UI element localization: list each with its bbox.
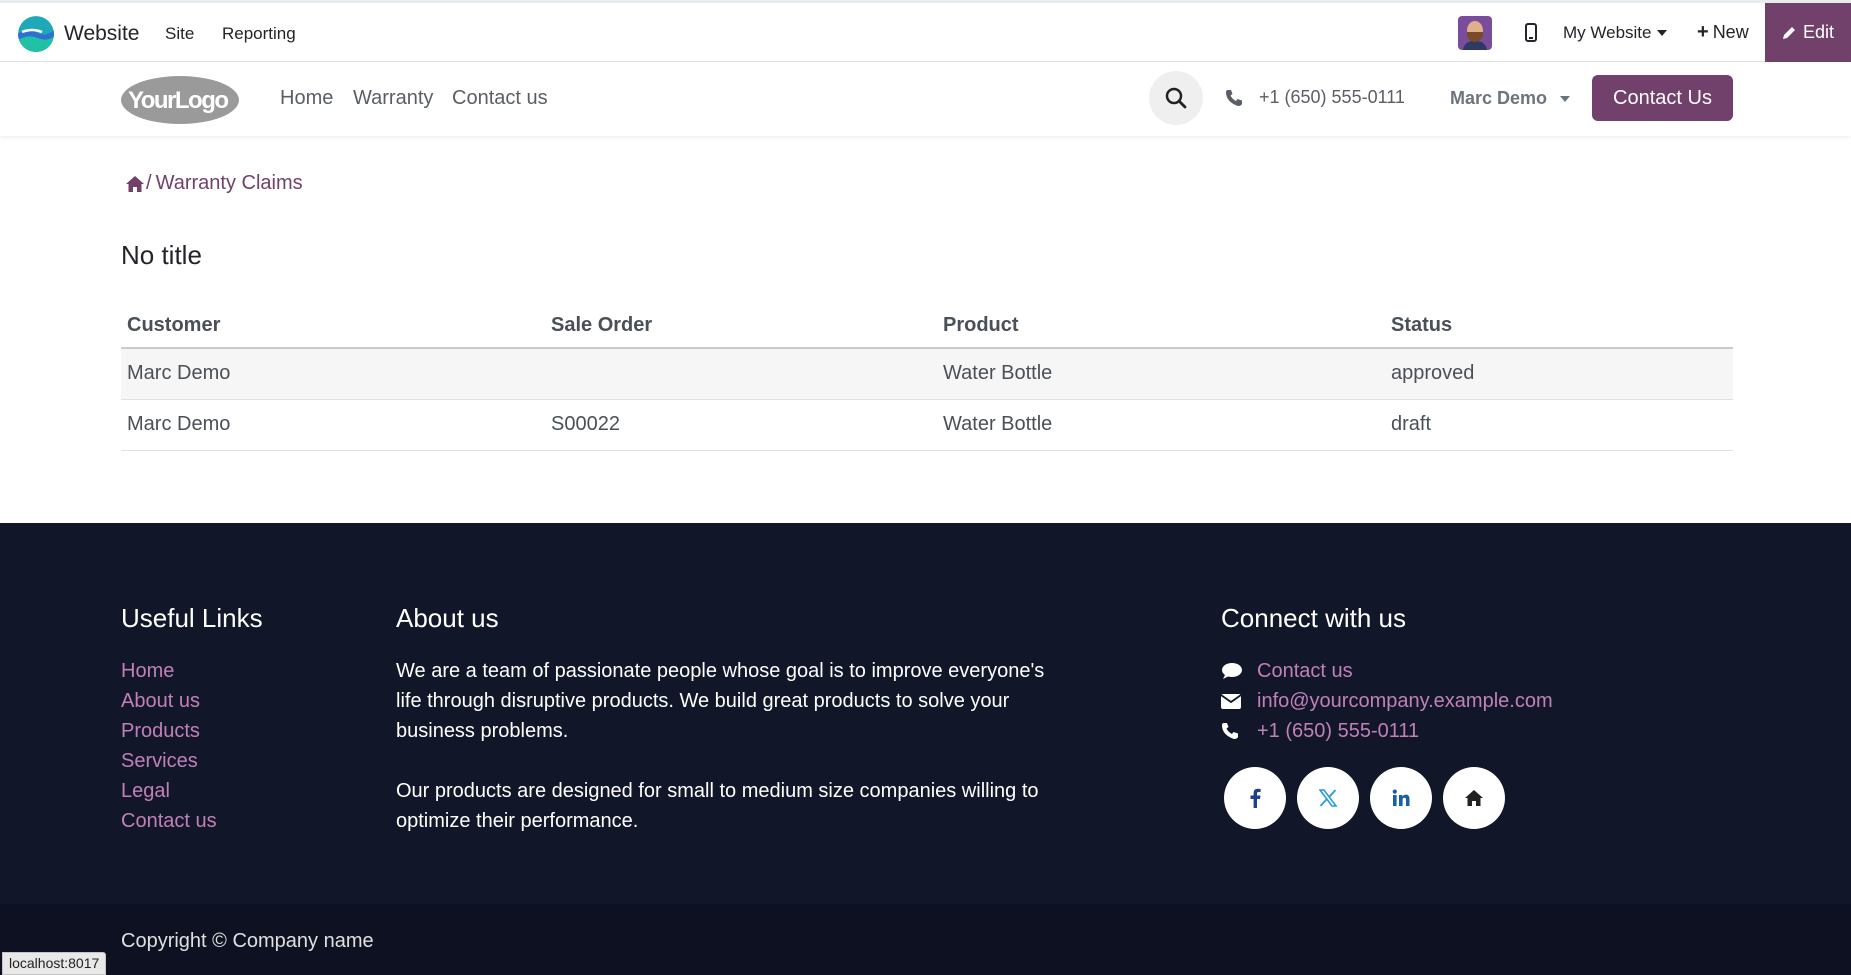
site-header: YourLogo Home Warranty Contact us +1 (65…: [0, 62, 1851, 136]
edit-label: Edit: [1802, 22, 1835, 42]
footer-link-products[interactable]: Products: [121, 716, 217, 746]
avatar: [1458, 15, 1492, 50]
connect-list: Contact us info@yourcompany.example.com …: [1221, 656, 1553, 746]
status-bar-url: localhost:8017: [2, 952, 107, 975]
envelope-icon: [1221, 693, 1241, 709]
about-us-text: We are a team of passionate people whose…: [396, 656, 1056, 836]
website-selector-label: My Website: [1563, 22, 1652, 42]
home-icon[interactable]: [125, 175, 145, 193]
column-header-product: Product: [937, 303, 1385, 349]
copyright-bar: Copyright © Company name: [0, 904, 1851, 975]
cell-sale-order: S00022: [545, 399, 937, 451]
menu-site[interactable]: Site: [165, 24, 194, 44]
header-phone[interactable]: +1 (650) 555-0111: [1225, 87, 1405, 108]
connect-contact-us-label: Contact us: [1257, 660, 1353, 682]
about-paragraph-1: We are a team of passionate people whose…: [396, 660, 1045, 742]
x-twitter-icon: [1319, 789, 1337, 807]
nav-home[interactable]: Home: [280, 87, 333, 110]
footer-link-about-us[interactable]: About us: [121, 686, 217, 716]
connect-title: Connect with us: [1221, 603, 1406, 633]
logo-text: YourLogo: [128, 87, 228, 114]
about-us-title: About us: [396, 603, 499, 633]
mobile-icon: [1525, 23, 1537, 42]
website-selector[interactable]: My Website: [1563, 3, 1667, 62]
connect-email-label: info@yourcompany.example.com: [1257, 690, 1553, 712]
table-row[interactable]: Marc Demo Water Bottle approved: [121, 348, 1733, 400]
cell-status: draft: [1385, 399, 1733, 451]
edit-button[interactable]: Edit: [1765, 3, 1851, 62]
search-icon: [1165, 87, 1187, 109]
breadcrumb-current[interactable]: Warranty Claims: [156, 172, 303, 195]
user-name: Marc Demo: [1450, 88, 1548, 108]
app-brand[interactable]: Website: [18, 15, 139, 53]
nav-contact-us[interactable]: Contact us: [452, 87, 548, 110]
caret-down-icon: [1656, 29, 1667, 36]
cell-customer: Marc Demo: [121, 348, 545, 400]
cell-customer: Marc Demo: [121, 399, 545, 451]
copyright-text: Copyright © Company name: [121, 930, 374, 952]
cell-status: approved: [1385, 348, 1733, 400]
social-links: [1224, 767, 1516, 829]
home-link-button[interactable]: [1443, 767, 1505, 829]
connect-phone[interactable]: +1 (650) 555-0111: [1221, 716, 1553, 746]
column-header-customer: Customer: [121, 303, 545, 349]
footer-link-contact-us[interactable]: Contact us: [121, 806, 217, 836]
caret-down-icon: [1560, 96, 1571, 103]
phone-icon: [1222, 723, 1238, 739]
facebook-icon: [1250, 788, 1261, 808]
connect-contact-us[interactable]: Contact us: [1221, 656, 1553, 686]
contact-us-button[interactable]: Contact Us: [1592, 75, 1733, 121]
linkedin-icon: [1392, 789, 1410, 806]
useful-links-list: Home About us Products Services Legal Co…: [121, 656, 217, 836]
search-button[interactable]: [1149, 71, 1203, 125]
footer-link-home[interactable]: Home: [121, 656, 217, 686]
new-label: New: [1712, 22, 1749, 42]
menu-reporting[interactable]: Reporting: [222, 24, 296, 44]
site-logo[interactable]: YourLogo: [120, 75, 240, 125]
connect-phone-label: +1 (650) 555-0111: [1257, 720, 1420, 742]
header-phone-number: +1 (650) 555-0111: [1259, 87, 1405, 107]
plus-icon: +: [1697, 21, 1709, 43]
user-avatar[interactable]: [1458, 3, 1492, 62]
breadcrumb: / Warranty Claims: [125, 172, 303, 195]
breadcrumb-separator: /: [146, 172, 152, 194]
useful-links-title: Useful Links: [121, 603, 263, 633]
new-button[interactable]: + New: [1697, 3, 1749, 62]
admin-bar: Website Site Reporting My Website + New …: [0, 0, 1851, 62]
column-header-sale-order: Sale Order: [545, 303, 937, 349]
home-icon: [1465, 790, 1483, 806]
cell-sale-order: [545, 348, 937, 400]
about-paragraph-2: Our products are designed for small to m…: [396, 780, 1039, 832]
app-name: Website: [64, 22, 140, 45]
pencil-icon: [1782, 26, 1795, 39]
website-app-icon: [18, 16, 54, 52]
cell-product: Water Bottle: [937, 399, 1385, 451]
cell-product: Water Bottle: [937, 348, 1385, 400]
phone-icon: [1226, 89, 1242, 106]
table-header-row: Customer Sale Order Product Status: [121, 303, 1733, 349]
footer-link-legal[interactable]: Legal: [121, 776, 217, 806]
comment-icon: [1222, 663, 1242, 679]
connect-email[interactable]: info@yourcompany.example.com: [1221, 686, 1553, 716]
table-row[interactable]: Marc Demo S00022 Water Bottle draft: [121, 399, 1733, 451]
linkedin-button[interactable]: [1370, 767, 1432, 829]
page-title: No title: [121, 240, 202, 270]
x-twitter-button[interactable]: [1297, 767, 1359, 829]
column-header-status: Status: [1385, 303, 1733, 349]
nav-warranty[interactable]: Warranty: [353, 87, 433, 110]
footer-link-services[interactable]: Services: [121, 746, 217, 776]
facebook-button[interactable]: [1224, 767, 1286, 829]
mobile-preview-button[interactable]: [1525, 3, 1537, 62]
user-menu[interactable]: Marc Demo: [1450, 88, 1571, 109]
warranty-claims-table: Customer Sale Order Product Status Marc …: [121, 303, 1733, 451]
site-footer: Useful Links Home About us Products Serv…: [0, 523, 1851, 904]
